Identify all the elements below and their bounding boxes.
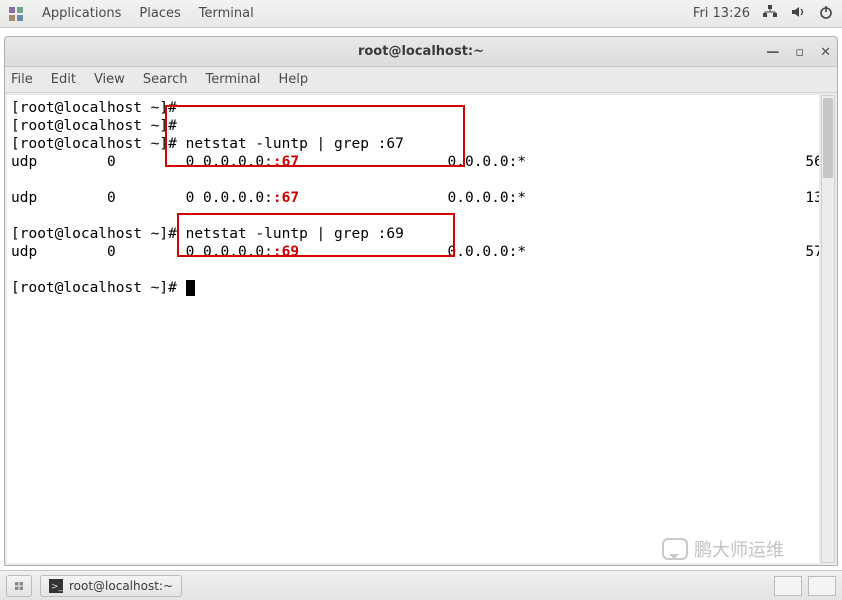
terminal-output[interactable]: [root@localhost ~]# [root@localhost ~]# … [7, 95, 819, 563]
power-icon[interactable] [818, 4, 834, 24]
menu-view[interactable]: View [94, 72, 125, 87]
menu-file[interactable]: File [11, 72, 33, 87]
workspace-2[interactable] [808, 576, 836, 596]
terminal-viewport: [root@localhost ~]# [root@localhost ~]# … [5, 93, 837, 565]
scrollbar[interactable] [821, 95, 835, 563]
workspace-switcher[interactable] [774, 576, 836, 596]
places-menu[interactable]: Places [139, 6, 180, 21]
close-button[interactable]: ✕ [820, 45, 831, 60]
highlighted-port: :69 [273, 244, 299, 260]
volume-icon[interactable] [790, 4, 806, 24]
window-title: root@localhost:~ [358, 44, 484, 59]
menu-help[interactable]: Help [278, 72, 308, 87]
applications-menu[interactable]: Applications [42, 6, 121, 21]
gnome-top-panel: Applications Places Terminal Fri 13:26 [0, 0, 842, 28]
network-icon[interactable] [762, 4, 778, 24]
scrollbar-thumb[interactable] [823, 98, 833, 178]
highlighted-port: :67 [273, 190, 299, 206]
highlighted-port: :67 [273, 154, 299, 170]
maximize-button[interactable]: ▫ [795, 45, 804, 60]
menubar: File Edit View Search Terminal Help [5, 67, 837, 93]
workspace-1[interactable] [774, 576, 802, 596]
menu-terminal[interactable]: Terminal [205, 72, 260, 87]
taskbar-entry-terminal[interactable]: >_ root@localhost:~ [40, 575, 182, 597]
title-bar[interactable]: root@localhost:~ — ▫ ✕ [5, 37, 837, 67]
terminal-window: root@localhost:~ — ▫ ✕ File Edit View Se… [4, 36, 838, 566]
show-desktop-button[interactable] [6, 575, 32, 597]
menu-edit[interactable]: Edit [51, 72, 76, 87]
minimize-button[interactable]: — [766, 45, 779, 60]
activities-icon [8, 6, 24, 22]
terminal-cursor [186, 280, 195, 296]
gnome-bottom-panel: >_ root@localhost:~ [0, 570, 842, 600]
terminal-app-menu[interactable]: Terminal [199, 6, 254, 21]
clock[interactable]: Fri 13:26 [693, 6, 750, 21]
menu-search[interactable]: Search [143, 72, 188, 87]
taskbar-entry-label: root@localhost:~ [69, 579, 173, 593]
svg-text:>_: >_ [51, 582, 63, 592]
